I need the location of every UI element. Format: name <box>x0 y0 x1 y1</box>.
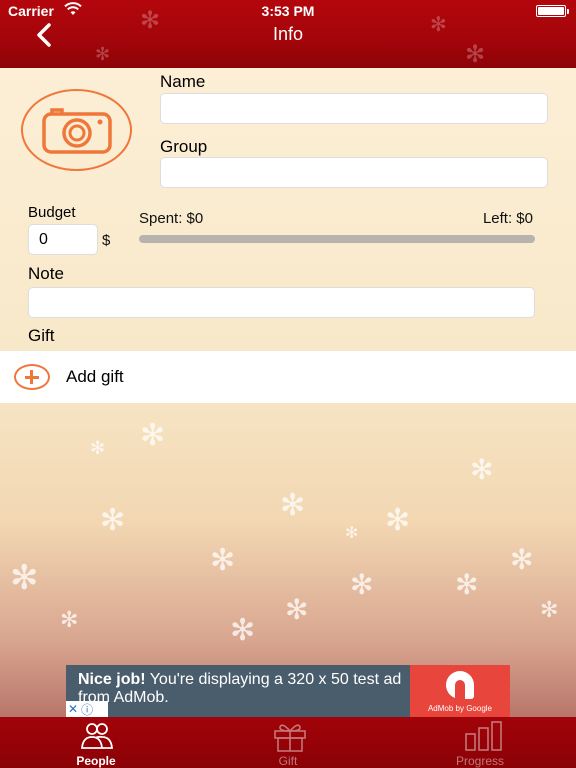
ad-info-icon[interactable]: ⓘ <box>81 701 93 718</box>
gift-section-label: Gift <box>28 326 55 345</box>
tab-progress[interactable]: Progress <box>420 717 540 768</box>
budget-field[interactable] <box>28 224 98 255</box>
navigation-bar: ✻ ✻ ✻ ✻ Carrier 3:53 PM Info <box>0 0 576 68</box>
snowflake-icon: ✻ <box>95 44 111 65</box>
clock: 3:53 PM <box>261 3 315 19</box>
people-icon <box>81 723 113 749</box>
camera-icon <box>42 108 112 154</box>
snowflake-icon: ✻ <box>90 438 106 459</box>
group-label: Group <box>160 137 208 156</box>
tab-gift[interactable]: Gift <box>228 717 348 768</box>
snowflake-icon: ✻ <box>470 453 494 486</box>
tab-progress-label: Progress <box>455 754 505 768</box>
tab-people[interactable]: People <box>36 717 156 768</box>
battery-icon <box>536 5 569 17</box>
snowflake-icon: ✻ <box>10 558 39 598</box>
ad-choices: ✕ ⓘ <box>66 701 108 717</box>
tab-gift-label: Gift <box>278 754 298 768</box>
tab-bar: People Gift Progress <box>0 717 576 768</box>
snowflake-icon: ✻ <box>60 608 79 633</box>
snowflake-icon: ✻ <box>385 503 411 538</box>
admob-logo: AdMob by Google <box>410 665 510 717</box>
ad-close-icon[interactable]: ✕ <box>68 702 78 716</box>
admob-logo-text: AdMob by Google <box>427 704 493 713</box>
ad-text: Nice job! You're displaying a 320 x 50 t… <box>78 671 408 707</box>
snowflake-icon: ✻ <box>510 543 534 576</box>
left-amount: Left: $0 <box>482 210 533 227</box>
snowflake-icon: ✻ <box>280 488 306 523</box>
tab-people-label: People <box>76 754 116 768</box>
currency-symbol: $ <box>102 232 111 249</box>
snowflake-icon: ✻ <box>285 593 309 626</box>
plus-circle-icon <box>14 364 50 390</box>
snowflake-icon: ✻ <box>140 418 166 453</box>
snowflake-icon: ✻ <box>350 568 374 601</box>
snowflake-icon: ✻ <box>230 613 256 648</box>
status-bar: Carrier 3:53 PM <box>0 0 576 22</box>
note-field[interactable] <box>28 287 535 318</box>
note-label: Note <box>28 264 64 283</box>
gift-icon <box>274 724 306 752</box>
add-gift-label: Add gift <box>66 367 124 386</box>
snowflake-icon: ✻ <box>345 523 359 542</box>
snowflake-icon: ✻ <box>100 503 126 538</box>
bar-chart-icon <box>465 721 502 751</box>
photo-picker-button[interactable] <box>21 89 132 171</box>
snowflake-icon: ✻ <box>210 543 236 578</box>
budget-progress-bar <box>139 235 535 243</box>
admob-icon <box>446 671 474 699</box>
budget-label: Budget <box>28 204 76 221</box>
spent-amount: Spent: $0 <box>139 210 204 227</box>
ad-headline: Nice job! <box>78 671 146 688</box>
page-title: Info <box>272 24 304 44</box>
name-field[interactable] <box>160 93 548 124</box>
group-field[interactable] <box>160 157 548 188</box>
ad-banner[interactable]: Nice job! You're displaying a 320 x 50 t… <box>66 665 510 717</box>
snowflake-icon: ✻ <box>455 568 479 601</box>
add-gift-button[interactable]: Add gift <box>0 351 576 403</box>
snowflake-icon: ✻ <box>540 598 559 623</box>
name-label: Name <box>160 72 206 91</box>
